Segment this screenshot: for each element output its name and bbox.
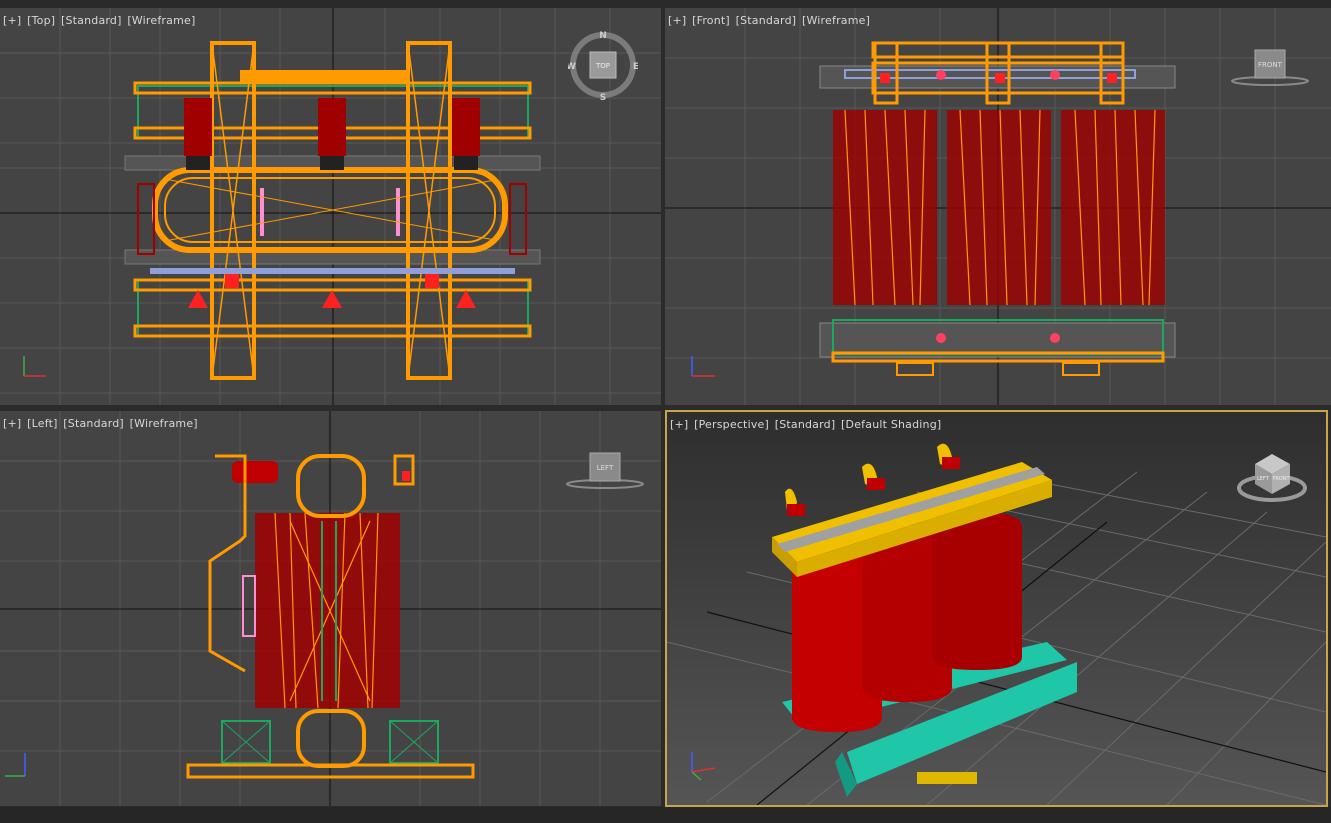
compass-south: S <box>600 93 606 100</box>
viewport-label-top[interactable]: [+] [Top] [Standard] [Wireframe] <box>3 14 197 27</box>
viewport-front[interactable]: [+] [Front] [Standard] [Wireframe] FRONT <box>665 8 1331 405</box>
viewport-menu-button[interactable]: [+] <box>3 14 21 27</box>
viewcube-face-label: TOP <box>595 62 610 70</box>
viewport-label-left[interactable]: [+] [Left] [Standard] [Wireframe] <box>3 417 200 430</box>
grid-top <box>0 8 661 405</box>
viewport-mode-label[interactable]: [Standard] <box>736 14 797 27</box>
top-toolbar-strip <box>0 0 1331 8</box>
compass-east: E <box>633 62 638 72</box>
viewport-view-label[interactable]: [Left] <box>27 417 57 430</box>
grid-perspective <box>667 412 1326 805</box>
transformer-wireframe-front <box>819 41 1176 376</box>
viewcube-front-face: FRONT <box>1272 476 1290 482</box>
viewcube-compass-top[interactable]: TOP N S E W <box>566 30 639 103</box>
compass-north: N <box>599 31 607 41</box>
viewport-view-label[interactable]: [Front] <box>692 14 730 27</box>
axis-tripod-left <box>5 753 26 777</box>
viewcube-left-face: LEFT <box>1257 476 1270 482</box>
viewport-shading-label[interactable]: [Wireframe] <box>130 417 198 430</box>
viewcube-face-label: FRONT <box>1258 61 1283 69</box>
viewport-shading-label[interactable]: [Default Shading] <box>841 418 941 431</box>
axis-tripod-front <box>691 356 715 377</box>
viewport-view-label[interactable]: [Perspective] <box>694 418 769 431</box>
viewport-top[interactable]: [+] [Top] [Standard] [Wireframe] TOP N S… <box>0 8 661 405</box>
viewcube-left[interactable]: LEFT <box>560 451 650 491</box>
viewport-mode-label[interactable]: [Standard] <box>63 417 124 430</box>
viewcube-perspective[interactable]: LEFT FRONT <box>1235 444 1310 506</box>
viewcube-front[interactable]: FRONT <box>1225 48 1315 88</box>
viewport-mode-label[interactable]: [Standard] <box>775 418 836 431</box>
viewport-perspective[interactable]: [+] [Perspective] [Standard] [Default Sh… <box>665 410 1328 807</box>
compass-west: W <box>568 62 576 72</box>
viewport-menu-button[interactable]: [+] <box>3 417 21 430</box>
viewport-menu-button[interactable]: [+] <box>668 14 686 27</box>
viewport-mode-label[interactable]: [Standard] <box>61 14 122 27</box>
axis-tripod-top <box>23 356 46 377</box>
viewport-shading-label[interactable]: [Wireframe] <box>802 14 870 27</box>
viewport-left[interactable]: [+] [Left] [Standard] [Wireframe] LEFT <box>0 411 661 806</box>
viewport-view-label[interactable]: [Top] <box>27 14 55 27</box>
viewport-label-front[interactable]: [+] [Front] [Standard] [Wireframe] <box>668 14 872 27</box>
viewport-shading-label[interactable]: [Wireframe] <box>127 14 195 27</box>
viewcube-face-label: LEFT <box>597 464 614 472</box>
viewport-menu-button[interactable]: [+] <box>670 418 688 431</box>
viewport-label-perspective[interactable]: [+] [Perspective] [Standard] [Default Sh… <box>670 418 943 431</box>
bottom-strip <box>0 807 1331 823</box>
